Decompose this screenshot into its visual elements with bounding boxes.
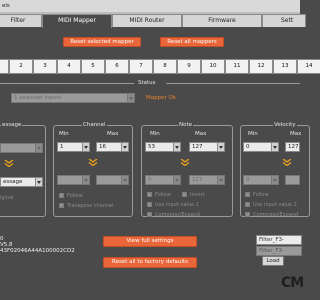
double-chevron-down-icon	[282, 159, 292, 166]
preset-name-field[interactable]: Filter_F3-	[256, 235, 302, 245]
double-chevron-down-icon	[180, 159, 190, 166]
mapper-cell[interactable]: 9	[177, 59, 201, 74]
note-min-label: Min	[150, 131, 160, 137]
note-follow-checkbox[interactable]	[147, 192, 152, 197]
channel-out-min-select[interactable]	[57, 175, 90, 185]
load-button[interactable]: Load	[262, 256, 284, 266]
velocity-follow-checkbox[interactable]	[245, 192, 250, 197]
mapper-cell[interactable]: 12	[249, 59, 273, 74]
channel-min-label: Min	[59, 131, 69, 137]
channel-out-max-select[interactable]	[96, 175, 129, 185]
note-label: Note	[178, 122, 194, 128]
chevron-down-icon	[271, 176, 278, 184]
chevron-down-icon	[217, 143, 224, 151]
tab-settings[interactable]: Sett	[262, 14, 306, 27]
velocity-min-label: Min	[248, 131, 258, 137]
velocity-min-select[interactable]: 0	[243, 142, 279, 152]
mapper-cell[interactable]: 8	[153, 59, 177, 74]
velocity-label: Velocity	[273, 122, 297, 128]
chevron-down-icon	[35, 144, 42, 152]
note-compress-label: Compress/Expand	[155, 212, 201, 218]
reset-all-mappers-button[interactable]: Reset all mappers	[160, 37, 224, 47]
note-out-min-select[interactable]: 0	[145, 175, 181, 185]
double-chevron-down-icon	[88, 159, 98, 166]
window-title: els	[2, 3, 10, 9]
reset-selected-mapper-button[interactable]: Reset selected mapper	[63, 37, 141, 47]
serial-number: 43F02046A44A100002CD2	[0, 248, 75, 254]
use-input-value-2-checkbox[interactable]	[245, 202, 250, 207]
chevron-down-icon	[271, 143, 278, 151]
status-heading: Status	[138, 80, 156, 86]
chevron-down-icon	[173, 143, 180, 151]
chevron-down-icon	[35, 178, 42, 186]
mapper-cell[interactable]: 11	[225, 59, 249, 74]
note-max-label: Max	[195, 131, 207, 137]
tab-firmware[interactable]: Firmware	[182, 14, 262, 27]
reset-factory-defaults-button[interactable]: Reset all to factory defaults	[103, 257, 197, 268]
message-out-select[interactable]: essage	[0, 177, 43, 187]
channel-max-select[interactable]: 16	[96, 142, 129, 152]
input-select[interactable]: 1 selected inputs	[11, 93, 135, 103]
velocity-out-min-select[interactable]: 0	[243, 175, 279, 185]
status-message: Mapper Ok	[146, 95, 177, 101]
chevron-down-icon	[82, 143, 89, 151]
view-full-settings-button[interactable]: View full settings	[103, 236, 197, 247]
mapper-cell[interactable]: 13	[273, 59, 297, 74]
chevron-down-icon	[217, 176, 224, 184]
velocity-compress-label: Compress/Expand	[253, 212, 299, 218]
channel-follow-checkbox[interactable]	[59, 193, 64, 198]
original-label: iginal	[0, 195, 14, 201]
transpose-channel-checkbox[interactable]	[59, 203, 64, 208]
chevron-down-icon	[173, 176, 180, 184]
velocity-out-max-select[interactable]	[285, 175, 300, 185]
tab-midi-router[interactable]: MIDI Router	[112, 14, 182, 27]
tab-filter[interactable]: Filter	[0, 14, 42, 27]
status-divider-left	[0, 83, 134, 84]
message-in-select[interactable]	[0, 143, 43, 153]
mapper-cell[interactable]: 6	[105, 59, 129, 74]
note-invert-label: Invert	[190, 192, 205, 198]
note-max-select[interactable]: 127	[189, 142, 225, 152]
chevron-down-icon	[121, 176, 128, 184]
mapper-cell[interactable]: 3	[33, 59, 57, 74]
brand-logo: CM	[281, 275, 304, 291]
transpose-channel-label: Transpose channel	[67, 203, 114, 209]
chevron-down-icon	[82, 176, 89, 184]
preset-name-field-2[interactable]: Filter_F3-	[256, 246, 302, 256]
double-chevron-down-icon	[4, 160, 14, 167]
use-input-value-1-label: Use input value 1	[155, 202, 199, 208]
chevron-down-icon	[121, 143, 128, 151]
title-bar: els	[0, 0, 300, 12]
mapper-cell[interactable]: 14	[297, 59, 320, 74]
note-out-max-select[interactable]: 127	[189, 175, 225, 185]
channel-max-label: Max	[107, 131, 119, 137]
mapper-cell[interactable]: 7	[129, 59, 153, 74]
mapper-cell[interactable]: 10	[201, 59, 225, 74]
mapper-cell[interactable]: 4	[57, 59, 81, 74]
mapper-cell[interactable]: 5	[81, 59, 105, 74]
velocity-max-select[interactable]: 127	[285, 142, 300, 152]
velocity-compress-checkbox[interactable]	[245, 212, 250, 217]
note-min-select[interactable]: 53	[145, 142, 181, 152]
note-compress-checkbox[interactable]	[147, 212, 152, 217]
velocity-max-label: Max	[290, 131, 302, 137]
channel-follow-label: Follow	[67, 193, 83, 199]
channel-label: Channel	[82, 122, 107, 128]
note-invert-checkbox[interactable]	[182, 192, 187, 197]
message-panel	[0, 125, 46, 217]
tab-midi-mapper[interactable]: MIDI Mapper	[42, 14, 112, 28]
use-input-value-2-label: Use input value 2	[253, 202, 297, 208]
mapper-cell[interactable]: 2	[9, 59, 33, 74]
message-label: essage	[1, 122, 23, 128]
mapper-cell-active[interactable]	[0, 59, 9, 74]
tab-bar: Filter MIDI Mapper MIDI Router Firmware …	[0, 12, 306, 28]
channel-min-select[interactable]: 1	[57, 142, 90, 152]
note-follow-label: Follow	[155, 192, 171, 198]
chevron-down-icon	[127, 94, 134, 102]
velocity-follow-label: Follow	[253, 192, 269, 198]
use-input-value-1-checkbox[interactable]	[147, 202, 152, 207]
status-divider-right	[166, 83, 300, 84]
mapper-selector: 2 3 4 5 6 7 8 9 10 11 12 13 14	[0, 59, 320, 74]
